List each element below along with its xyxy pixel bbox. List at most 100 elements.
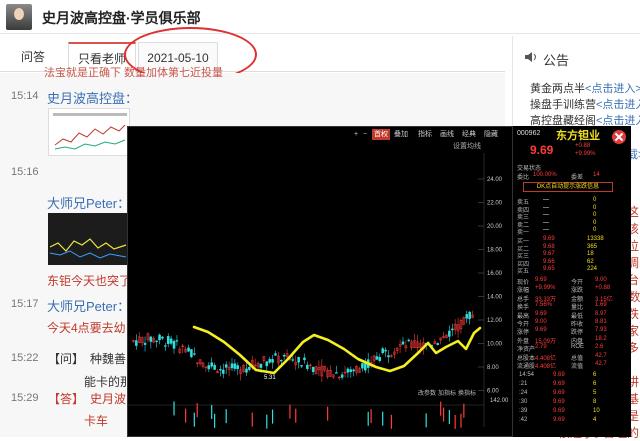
sell-level-label: 卖一 — [517, 230, 530, 236]
tick-volume: 8 — [593, 399, 597, 405]
thumbnail-chart — [49, 238, 127, 259]
price-tick-label: 22.00 — [487, 201, 503, 207]
volume-bar — [211, 404, 213, 419]
stock-code: 000962 — [517, 130, 541, 137]
dk-signal-banner[interactable]: DK点自动提示涨跌信息 — [523, 182, 613, 192]
candle-body — [161, 336, 164, 339]
price-tick-label: 6.00 — [487, 389, 499, 395]
message-sender[interactable]: 大师兄Peter： — [47, 193, 130, 212]
candle-body — [259, 363, 263, 368]
candle-body — [172, 340, 176, 349]
sell-level-volume: 0 — [593, 197, 597, 203]
message-time: 15:14 — [11, 90, 39, 102]
avatar[interactable] — [6, 4, 32, 30]
stat-value: 2.6 — [595, 344, 604, 351]
price-tick-label: 18.00 — [487, 248, 503, 254]
message-text: 史月波 — [90, 392, 127, 406]
stat-value: 9.00 — [595, 277, 607, 283]
sell-level-price: — — [543, 204, 549, 211]
candle-body — [340, 374, 344, 378]
diff-label: 委差 — [571, 175, 584, 181]
buy-level-price: 9.69 — [543, 236, 555, 242]
volume-bar — [225, 409, 227, 424]
sell-level-volume: 0 — [593, 219, 597, 226]
message-time: 15:29 — [11, 392, 39, 404]
tick-volume: 5 — [593, 390, 597, 396]
candle-body — [190, 349, 193, 358]
candle-body — [245, 368, 248, 373]
candle-body — [297, 356, 300, 363]
candle-body — [465, 314, 469, 319]
price-tick-label: 12.00 — [487, 318, 503, 324]
message-sender[interactable]: 大师兄Peter： — [47, 296, 130, 315]
notice-item[interactable]: 操盘手训练营<点击进入> — [530, 96, 640, 112]
candle-body — [248, 366, 251, 370]
candle-body — [352, 369, 355, 372]
message-image-thumbnail[interactable] — [48, 213, 128, 265]
candles — [132, 310, 474, 429]
volume-bar — [266, 414, 268, 429]
stat-value: 9.00 — [535, 319, 547, 325]
page-title: 史月波高控盘·学员俱乐部 — [42, 10, 201, 26]
message-time: 15:16 — [11, 166, 39, 178]
price-tick-label: 10.00 — [487, 342, 503, 348]
candle-body — [207, 365, 211, 370]
buy-level-volume: 365 — [587, 243, 598, 250]
message-image-thumbnail[interactable] — [48, 108, 130, 156]
stat-value: 1.69 — [595, 302, 607, 309]
volume-bar — [251, 412, 253, 427]
stat-value: 9.69 — [535, 277, 547, 283]
answer-tag: 【答】 — [48, 392, 85, 406]
message-sender[interactable]: 史月波高控盘： — [47, 88, 138, 107]
stat-value: 9.69 — [535, 310, 547, 317]
candle-body — [300, 365, 303, 367]
kline-chart-window[interactable]: + − 首权 叠加 指标 画线 经典 隐藏 设置均线 24.00 22.00 20.… — [127, 126, 513, 437]
candle-body — [224, 364, 228, 368]
candle-body — [164, 345, 167, 347]
candle-body — [210, 362, 213, 367]
volume-bar — [214, 413, 216, 428]
stat-label: 流通股 — [517, 364, 536, 370]
stat-value: 8.97 — [595, 310, 607, 317]
app-header: 史月波高控盘·学员俱乐部 — [0, 0, 640, 34]
candle-body — [230, 363, 234, 369]
buy-level-volume: 18 — [587, 251, 594, 257]
buy-level-volume: 13338 — [587, 236, 604, 242]
tick-time: :42 — [519, 417, 528, 423]
stat-value: 8.81 — [595, 319, 607, 325]
candle-body — [349, 369, 353, 373]
candle-body — [222, 369, 225, 374]
volume-bar — [454, 414, 456, 429]
candle-body — [175, 340, 179, 342]
volume-bar — [440, 401, 442, 416]
close-icon[interactable] — [612, 130, 626, 144]
stock-name: 东方钽业 — [556, 130, 600, 142]
message-text: 今天4点要去幼 — [47, 321, 126, 335]
tick-price: 9.69 — [553, 390, 565, 396]
sell-level-volume: 0 — [593, 227, 597, 233]
candle-body — [282, 354, 286, 357]
tick-volume: 6 — [593, 381, 597, 387]
volume-bar — [271, 409, 274, 424]
volume-bar — [185, 408, 187, 423]
volume-bar — [370, 409, 372, 424]
notice-item[interactable]: 黄金两点半<点击进入> — [530, 80, 640, 96]
switch-indicator-button[interactable]: 换指标 — [458, 389, 476, 397]
candle-body — [166, 336, 170, 345]
add-indicator-button[interactable]: 加指标 — [438, 389, 456, 397]
buy-level-price: 9.68 — [543, 243, 555, 250]
candle-body — [213, 364, 216, 370]
quote-panel[interactable]: 000962 东方钽业 9.69 +0.88 +9.99% 交易状态 委比 10… — [513, 126, 631, 437]
price-tick-label: 8.00 — [487, 365, 499, 371]
price-tick-label: 24.00 — [487, 177, 503, 183]
diff-value: 14 — [593, 172, 600, 178]
candle-body — [271, 359, 274, 363]
candle-body — [407, 339, 411, 342]
tick-time: :21 — [519, 381, 528, 387]
candle-body — [375, 356, 379, 360]
volume-bar — [425, 413, 427, 428]
candle-body — [187, 347, 190, 352]
stock-price: 9.69 — [530, 143, 554, 157]
tick-price: 9.69 — [553, 381, 565, 387]
change-params-button[interactable]: 改参数 — [418, 389, 436, 397]
